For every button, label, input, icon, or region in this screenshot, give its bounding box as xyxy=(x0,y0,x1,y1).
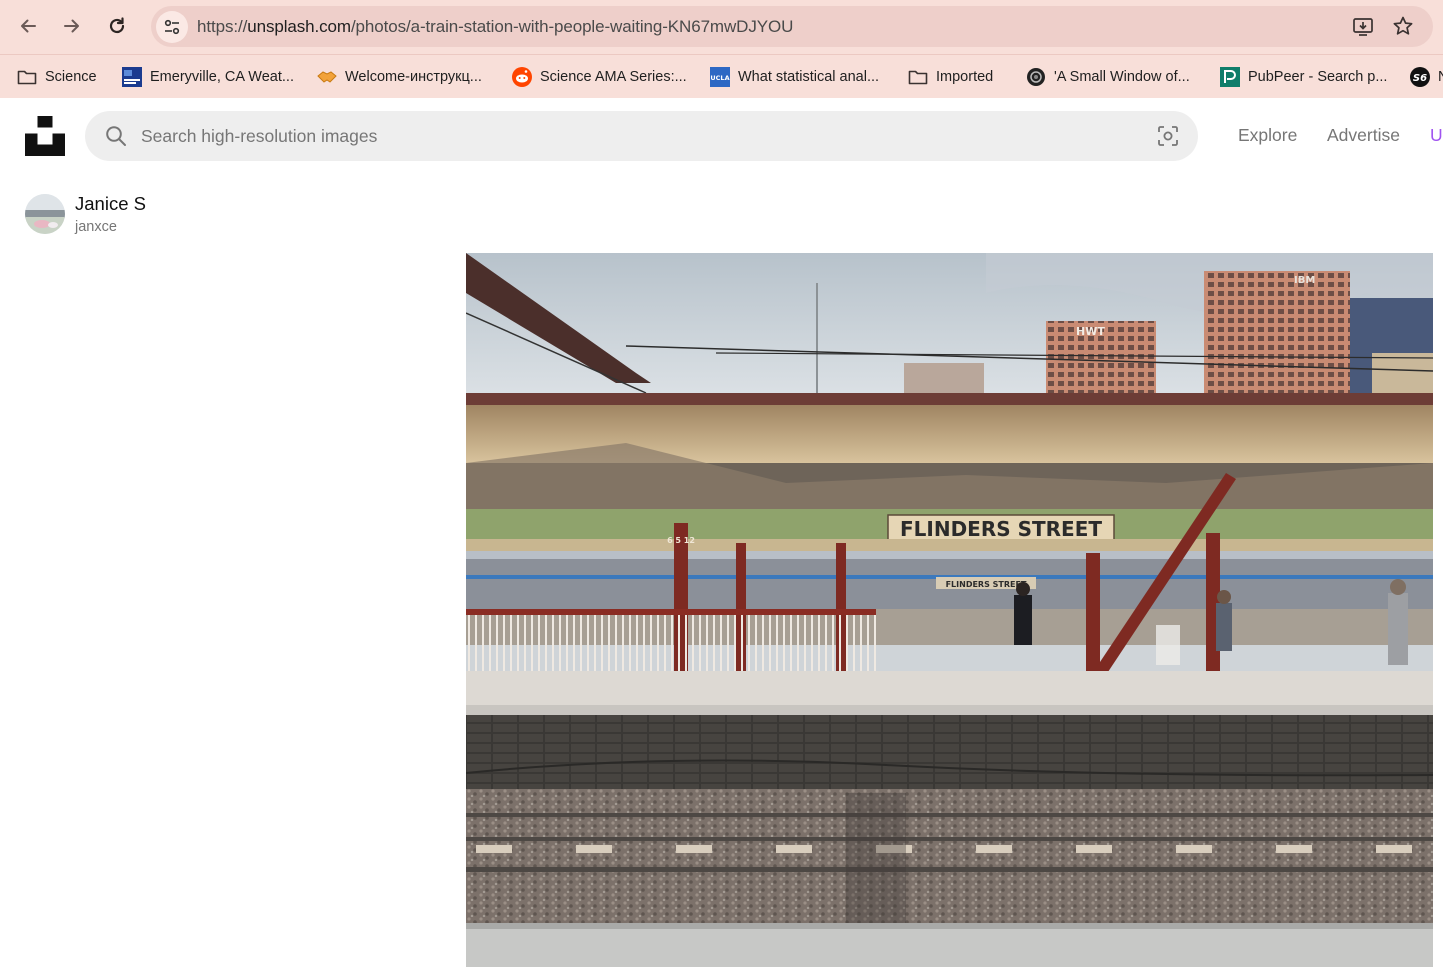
bookmark-label: Science xyxy=(45,69,97,85)
bookmark-label: Science AMA Series:... xyxy=(540,69,687,85)
install-icon xyxy=(1353,18,1373,36)
platform-wall xyxy=(466,715,1433,789)
bookmark-star-button[interactable] xyxy=(1391,14,1415,38)
bookmark-welcome[interactable]: Welcome-инструкц... xyxy=(317,63,482,91)
svg-text:S6: S6 xyxy=(1413,73,1427,84)
folder-icon xyxy=(908,67,928,87)
bookmark-label: 'A Small Window of... xyxy=(1054,69,1190,85)
nav-advertise-link[interactable]: Advertise xyxy=(1327,125,1400,146)
building-ibm xyxy=(1204,271,1350,403)
weather-channel-icon xyxy=(122,67,142,87)
address-bar[interactable]: https://unsplash.com/photos/a-train-stat… xyxy=(151,6,1433,47)
search-bar xyxy=(85,111,1198,161)
bookmark-label: Imported xyxy=(936,69,994,85)
handshake-icon xyxy=(317,67,337,87)
s6-icon: S6 xyxy=(1410,67,1430,87)
star-icon xyxy=(1393,16,1413,35)
building-sign: HWT xyxy=(1076,325,1105,338)
browser-toolbar: https://unsplash.com/photos/a-train-stat… xyxy=(0,0,1443,54)
author-name[interactable]: Janice S xyxy=(75,193,146,215)
bookmark-label: Welcome-инструкц... xyxy=(345,69,482,85)
bookmark-s6[interactable]: S6 N xyxy=(1410,63,1443,91)
reddit-icon xyxy=(512,67,532,87)
search-icon[interactable] xyxy=(105,125,127,147)
bookmark-weather[interactable]: Emeryville, CA Weat... xyxy=(122,63,294,91)
far-sign-text: FLINDERS STREET xyxy=(946,580,1027,589)
near-platform xyxy=(466,923,1433,967)
svg-text:UCLA: UCLA xyxy=(710,74,729,82)
main-photo[interactable]: HWT IBM FLINDERS STREET FLINDERS STREET … xyxy=(466,253,1433,967)
pubpeer-icon xyxy=(1220,67,1240,87)
author-avatar[interactable] xyxy=(25,194,65,234)
canopy-fascia xyxy=(466,393,1433,405)
site-header: Explore Advertise U xyxy=(0,98,1443,174)
building-logo: IBM xyxy=(1294,275,1315,286)
forward-button[interactable] xyxy=(55,9,89,43)
ucla-icon: UCLA xyxy=(710,67,730,87)
url-path: /photos/a-train-station-with-people-wait… xyxy=(350,17,794,36)
tune-icon xyxy=(164,19,180,35)
author-handle[interactable]: janxce xyxy=(75,219,117,235)
nav-explore-link[interactable]: Explore xyxy=(1238,125,1297,146)
install-app-button[interactable] xyxy=(1351,15,1375,39)
railing xyxy=(466,609,876,679)
bookmark-label: PubPeer - Search p... xyxy=(1248,69,1388,85)
folder-icon xyxy=(17,67,37,87)
track-ballast xyxy=(466,789,1433,923)
arrow-left-icon xyxy=(21,19,36,33)
bookmark-science[interactable]: Science xyxy=(17,63,97,91)
bookmark-label: Emeryville, CA Weat... xyxy=(150,69,294,85)
url-text[interactable]: https://unsplash.com/photos/a-train-stat… xyxy=(197,17,793,37)
camera-lens-icon xyxy=(1026,67,1046,87)
reload-icon xyxy=(109,17,125,34)
bookmark-ucla[interactable]: UCLA What statistical anal... xyxy=(710,63,879,91)
bookmark-imported[interactable]: Imported xyxy=(908,63,993,91)
site-info-button[interactable] xyxy=(156,11,188,43)
station-sign-text: FLINDERS STREET xyxy=(900,517,1102,541)
visual-search-icon[interactable] xyxy=(1156,124,1180,148)
search-input[interactable] xyxy=(141,111,1121,161)
reload-button[interactable] xyxy=(100,9,134,43)
bookmark-label: N xyxy=(1438,69,1443,85)
back-button[interactable] xyxy=(11,9,45,43)
nav-unsplash-plus-link[interactable]: U xyxy=(1430,125,1443,146)
unsplash-logo-icon[interactable] xyxy=(25,116,65,156)
url-domain: unsplash.com xyxy=(247,17,351,36)
rail xyxy=(466,813,1433,817)
arrow-right-icon xyxy=(64,19,79,33)
bookmark-small-window[interactable]: 'A Small Window of... xyxy=(1026,63,1190,91)
pole-number: 6 5 12 xyxy=(667,536,695,545)
bookmark-science-ama[interactable]: Science AMA Series:... xyxy=(512,63,687,91)
bookmark-pubpeer[interactable]: PubPeer - Search p... xyxy=(1220,63,1387,91)
url-scheme: https:// xyxy=(197,17,248,36)
bookmarks-bar: Science Emeryville, CA Weat... Welcome-и… xyxy=(0,54,1443,98)
bookmark-label: What statistical anal... xyxy=(738,69,880,85)
